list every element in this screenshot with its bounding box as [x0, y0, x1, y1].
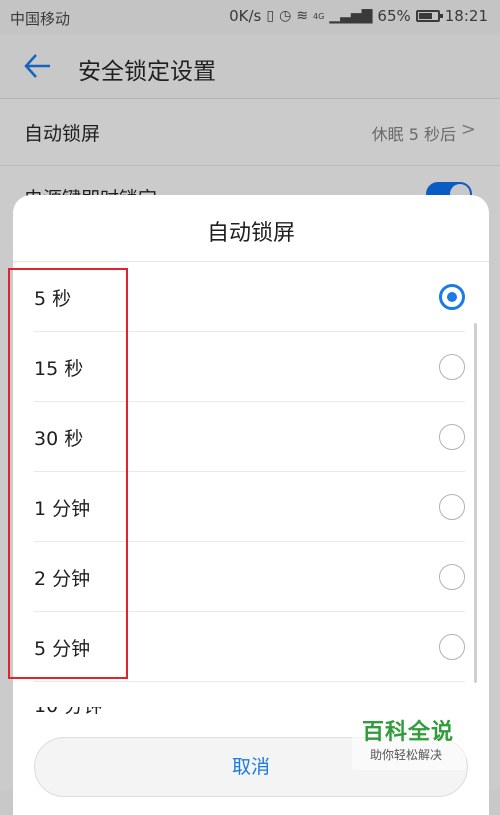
battery-fill: [418, 13, 432, 19]
page-title: 安全锁定设置: [78, 59, 216, 85]
app-bar: 安全锁定设置: [0, 34, 500, 99]
alarm-icon: ◷: [279, 8, 292, 24]
radio-button[interactable]: [439, 634, 465, 660]
network-speed: 0K/s: [229, 7, 262, 25]
network-type-label: 4G: [313, 11, 325, 21]
watermark-logo: 百科全说 助你轻松解决: [352, 712, 466, 770]
chevron-right-icon: >: [460, 119, 476, 140]
back-button[interactable]: [18, 48, 58, 84]
partial-option-label[interactable]: 10 分钟: [34, 707, 102, 717]
watermark-title: 百科全说: [362, 720, 455, 745]
battery-percent: 65%: [377, 7, 411, 25]
partial-option-text: 10 分钟: [34, 707, 102, 716]
vibrate-icon: ▯: [266, 8, 275, 24]
wifi-icon: ≋: [296, 8, 309, 24]
auto-lock-setting-row[interactable]: 自动锁屏 休眠 5 秒后 >: [0, 99, 500, 166]
radio-button[interactable]: [439, 354, 465, 380]
status-bar: 中国移动 0K/s ▯ ◷ ≋ 4G ▁▃▅▇ 65% 18:21: [0, 0, 500, 34]
status-icons: 0K/s ▯ ◷ ≋ 4G ▁▃▅▇ 65% 18:21: [229, 7, 488, 25]
battery-icon: [415, 10, 443, 22]
radio-button[interactable]: [439, 494, 465, 520]
clock: 18:21: [444, 7, 488, 25]
auto-lock-value: 休眠 5 秒后: [371, 125, 456, 144]
radio-button[interactable]: [439, 564, 465, 590]
auto-lock-label: 自动锁屏: [24, 123, 101, 145]
back-arrow-icon: [24, 54, 50, 78]
option-divider: [34, 681, 465, 682]
dialog-title: 自动锁屏: [206, 221, 295, 246]
carrier-name: 中国移动: [10, 10, 71, 28]
red-highlight-box: [8, 268, 128, 679]
watermark-subtitle: 助你轻松解决: [370, 748, 443, 762]
signal-icon: ▁▃▅▇: [329, 8, 373, 24]
scrollbar[interactable]: [474, 323, 477, 683]
radio-button[interactable]: [439, 284, 465, 310]
radio-button[interactable]: [439, 424, 465, 450]
